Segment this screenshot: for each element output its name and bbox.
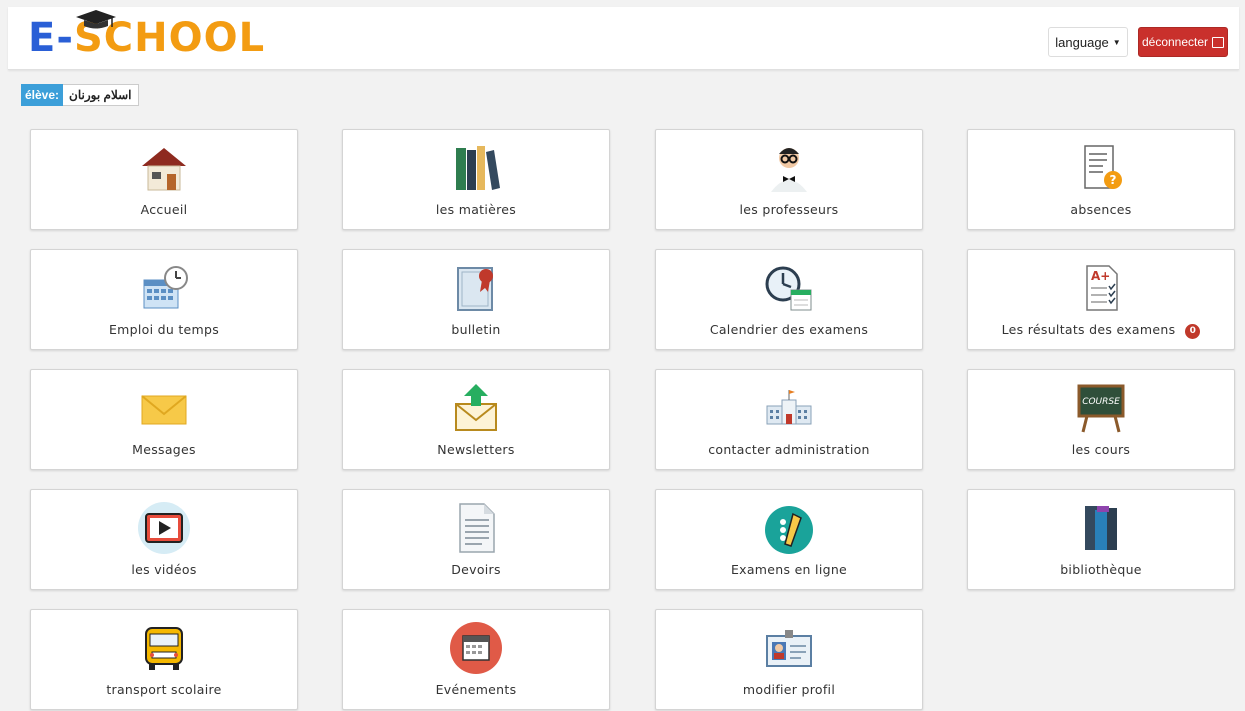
school-bus-icon xyxy=(145,627,183,670)
student-identity: élève: اسلام بورنان xyxy=(21,84,139,106)
calendar-clock-icon xyxy=(143,266,188,309)
document-icon xyxy=(459,503,495,553)
chalkboard-text: COURSE xyxy=(1082,397,1120,407)
clock-calendar-icon xyxy=(765,266,812,311)
tile-label-text: Les résultats des examens xyxy=(1001,322,1176,337)
library-books-icon xyxy=(1085,506,1117,550)
graded-paper-icon: A+ xyxy=(1086,265,1118,311)
svg-text:A+: A+ xyxy=(1091,269,1110,283)
tile-label: Examens en ligne xyxy=(730,562,848,577)
events-calendar-icon xyxy=(450,622,502,674)
books-icon xyxy=(456,146,500,190)
caret-down-icon: ▼ xyxy=(1112,37,1121,47)
online-exam-icon xyxy=(765,506,813,554)
house-icon xyxy=(142,148,186,191)
graduation-cap-icon xyxy=(76,10,116,29)
tile-label: les vidéos xyxy=(131,562,197,577)
tile-label: Accueil xyxy=(140,202,188,217)
results-count-badge: 0 xyxy=(1185,324,1201,339)
tile-accueil[interactable]: Accueil xyxy=(30,129,298,230)
tile-label: absences xyxy=(1070,202,1132,217)
tile-bulletin[interactable]: bulletin xyxy=(342,249,610,350)
tile-label: Emploi du temps xyxy=(108,322,220,337)
tile-les-cours[interactable]: COURSE les cours xyxy=(967,369,1235,470)
certificate-icon xyxy=(457,267,493,311)
eschool-logo[interactable]: E-SCHOOL xyxy=(28,10,265,63)
student-name: اسلام بورنان xyxy=(63,84,139,106)
clipboard-question-icon: ? xyxy=(1084,145,1122,189)
logo-letter-e: E xyxy=(28,15,57,61)
envelope-upload-icon xyxy=(455,384,497,431)
tile-matieres[interactable]: les matières xyxy=(342,129,610,230)
svg-text:?: ? xyxy=(1110,173,1117,187)
tile-label: Devoirs xyxy=(451,562,501,577)
tile-label: bulletin xyxy=(451,322,501,337)
tile-les-videos[interactable]: les vidéos xyxy=(30,489,298,590)
tile-evenements[interactable]: Evénements xyxy=(342,609,610,710)
tile-label: transport scolaire xyxy=(106,682,222,697)
id-card-icon xyxy=(766,630,812,667)
tile-calendrier-examens[interactable]: Calendrier des examens xyxy=(655,249,923,350)
tile-professeurs[interactable]: les professeurs xyxy=(655,129,923,230)
tile-label: Newsletters xyxy=(437,442,515,457)
logout-label: déconnecter xyxy=(1141,35,1209,49)
logout-button[interactable]: déconnecter xyxy=(1138,27,1228,57)
tile-absences[interactable]: ? absences xyxy=(967,129,1235,230)
sign-out-icon xyxy=(1212,36,1225,48)
tile-label: les professeurs xyxy=(739,202,839,217)
tile-modifier-profil[interactable]: modifier profil xyxy=(655,609,923,710)
tile-emploi-du-temps[interactable]: Emploi du temps xyxy=(30,249,298,350)
chalkboard-icon: COURSE xyxy=(1077,384,1125,433)
tile-label: les matières xyxy=(435,202,517,217)
language-label: language xyxy=(1055,34,1109,50)
tile-label: Evénements xyxy=(435,682,517,697)
tile-label: Les résultats des examens 0 xyxy=(968,322,1234,339)
tile-label: les cours xyxy=(1071,442,1131,457)
tile-label: modifier profil xyxy=(742,682,836,697)
tile-bibliotheque[interactable]: bibliothèque xyxy=(967,489,1235,590)
role-label: élève: xyxy=(21,84,64,106)
tile-resultats-examens[interactable]: A+ Les résultats des examens 0 xyxy=(967,249,1235,350)
tile-label: Calendrier des examens xyxy=(709,322,869,337)
tile-contacter-administration[interactable]: contacter administration xyxy=(655,369,923,470)
top-navbar: E-SCHOOL language ▼ déconnecter xyxy=(8,7,1239,70)
building-icon xyxy=(766,390,812,425)
envelope-icon xyxy=(141,395,187,425)
video-play-icon xyxy=(138,502,190,554)
tile-transport-scolaire[interactable]: transport scolaire xyxy=(30,609,298,710)
language-dropdown[interactable]: language ▼ xyxy=(1048,27,1128,57)
tile-examens-en-ligne[interactable]: Examens en ligne xyxy=(655,489,923,590)
tile-devoirs[interactable]: Devoirs xyxy=(342,489,610,590)
tile-label: contacter administration xyxy=(708,442,870,457)
teacher-icon xyxy=(771,148,807,192)
tile-label: bibliothèque xyxy=(1060,562,1142,577)
tile-label: Messages xyxy=(132,442,196,457)
tile-messages[interactable]: Messages xyxy=(30,369,298,470)
tile-newsletters[interactable]: Newsletters xyxy=(342,369,610,470)
